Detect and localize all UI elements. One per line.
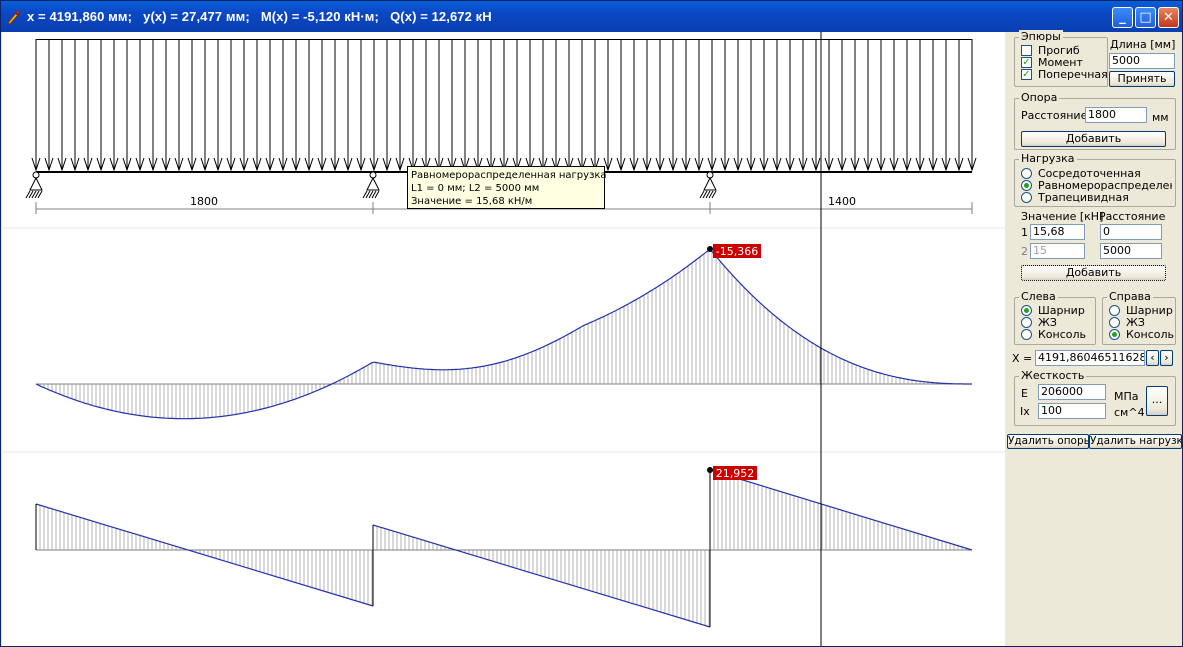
delete-loads-button[interactable]: Удалить нагрузку bbox=[1089, 434, 1182, 449]
support-unit-label: мм bbox=[1152, 111, 1169, 124]
load-tooltip: Равномерораспределенная нагрузка L1 = 0 … bbox=[407, 166, 607, 209]
stiffness-title: Жесткость bbox=[1019, 369, 1087, 383]
control-panel: Эпюры Прогиб ✓ Момент ✓ Поперечная Длина… bbox=[1006, 30, 1182, 646]
ix-input[interactable]: 100 bbox=[1038, 403, 1106, 419]
left-fixed-radio[interactable] bbox=[1021, 317, 1032, 328]
load-distance-2-input[interactable]: 5000 bbox=[1100, 243, 1162, 259]
distributed-load bbox=[31, 39, 977, 172]
deflection-checkbox[interactable] bbox=[1021, 45, 1032, 56]
diagram-canvas[interactable]: 1800 1400 -15,366 21,952 Равномерораспре… bbox=[2, 32, 1005, 646]
shear-max-point bbox=[707, 467, 713, 473]
x-input[interactable]: 4191,86046511628 bbox=[1035, 350, 1145, 366]
support-distance-input[interactable]: 1800 bbox=[1085, 107, 1147, 123]
support-title: Опора bbox=[1019, 91, 1060, 105]
left-cantilever-label: Консоль bbox=[1038, 328, 1087, 341]
right-cantilever-label: Консоль bbox=[1126, 328, 1175, 341]
title-bar[interactable]: x = 4191,860 мм; y(x) = 27,477 мм; M(x) … bbox=[1, 1, 1182, 32]
moment-max-point bbox=[707, 246, 713, 252]
tooltip-line-3: Значение = 15,68 кН/м bbox=[411, 196, 533, 207]
support-triangle bbox=[29, 176, 43, 191]
main-window: x = 4191,860 мм; y(x) = 27,477 мм; M(x) … bbox=[0, 0, 1183, 647]
trapezoid-label: Трапецивидная bbox=[1038, 191, 1129, 204]
load-row-2-num: 2 bbox=[1021, 245, 1028, 258]
x-label: X = bbox=[1012, 352, 1033, 365]
left-cantilever-radio[interactable] bbox=[1021, 329, 1032, 340]
add-load-button[interactable]: Добавить bbox=[1021, 265, 1166, 281]
length-input[interactable]: 5000 bbox=[1109, 53, 1175, 69]
support-triangle bbox=[703, 176, 717, 191]
moment-checkbox[interactable]: ✓ bbox=[1021, 57, 1032, 68]
right-hinge-radio[interactable] bbox=[1109, 305, 1120, 316]
shear-max-label: 21,952 bbox=[716, 467, 755, 480]
stiffness-more-button[interactable]: ... bbox=[1146, 386, 1168, 416]
moment-curve bbox=[35, 248, 972, 420]
left-hinge-radio[interactable] bbox=[1021, 305, 1032, 316]
uniform-radio[interactable] bbox=[1021, 180, 1032, 191]
load-value-header: Значение [кН] bbox=[1021, 210, 1104, 223]
x-prev-button[interactable]: ‹ bbox=[1146, 350, 1159, 366]
right-cantilever-radio[interactable] bbox=[1109, 329, 1120, 340]
left-end-title: Слева bbox=[1019, 290, 1058, 304]
e-unit-label: МПа bbox=[1114, 390, 1139, 403]
support-triangle bbox=[366, 176, 380, 191]
maximize-icon[interactable]: □ bbox=[1135, 7, 1156, 28]
e-label: E bbox=[1021, 387, 1028, 400]
span-label-2: 1400 bbox=[828, 195, 856, 208]
ix-unit-label: см^4 bbox=[1114, 406, 1145, 419]
load-distance-1-input[interactable]: 0 bbox=[1100, 224, 1162, 240]
span-label-1: 1800 bbox=[190, 195, 218, 208]
e-input[interactable]: 206000 bbox=[1038, 384, 1106, 400]
delete-supports-button[interactable]: Удалить опоры bbox=[1007, 434, 1089, 449]
load-distance-header: Расстояние bbox=[1099, 210, 1166, 223]
load-value-2-input[interactable]: 15 bbox=[1030, 243, 1085, 259]
moment-diagram bbox=[35, 246, 972, 420]
shear-label: Поперечная bbox=[1038, 68, 1108, 81]
apply-button[interactable]: Принять bbox=[1109, 71, 1175, 87]
tooltip-line-1: Равномерораспределенная нагрузка bbox=[411, 170, 607, 181]
moment-max-label: -15,366 bbox=[716, 245, 758, 258]
load-title: Нагрузка bbox=[1019, 152, 1077, 166]
tooltip-line-2: L1 = 0 мм; L2 = 5000 мм bbox=[411, 183, 540, 194]
add-support-button[interactable]: Добавить bbox=[1021, 131, 1166, 147]
epures-title: Эпюры bbox=[1019, 30, 1063, 44]
window-title: x = 4191,860 мм; y(x) = 27,477 мм; M(x) … bbox=[27, 9, 492, 24]
support-distance-label: Расстояние bbox=[1021, 109, 1088, 122]
load-value-1-input[interactable]: 15,68 bbox=[1030, 224, 1085, 240]
app-icon bbox=[7, 9, 20, 25]
shear-diagram bbox=[35, 467, 973, 628]
load-row-1-num: 1 bbox=[1021, 226, 1028, 239]
supports bbox=[25, 171, 717, 199]
right-end-title: Справа bbox=[1107, 290, 1153, 304]
diagram-svg[interactable]: 1800 1400 -15,366 21,952 bbox=[2, 32, 1005, 646]
length-label: Длина [мм] bbox=[1110, 38, 1176, 51]
right-fixed-radio[interactable] bbox=[1109, 317, 1120, 328]
concentrated-radio[interactable] bbox=[1021, 168, 1032, 179]
shear-line bbox=[35, 503, 374, 607]
x-next-button[interactable]: › bbox=[1160, 350, 1173, 366]
ix-label: Ix bbox=[1020, 405, 1030, 418]
shear-line bbox=[372, 524, 711, 628]
minimize-icon[interactable]: _ bbox=[1112, 7, 1133, 28]
close-icon[interactable]: ✕ bbox=[1158, 7, 1179, 28]
trapezoid-radio[interactable] bbox=[1021, 192, 1032, 203]
shear-checkbox[interactable]: ✓ bbox=[1021, 69, 1032, 80]
shear-line bbox=[709, 469, 973, 551]
